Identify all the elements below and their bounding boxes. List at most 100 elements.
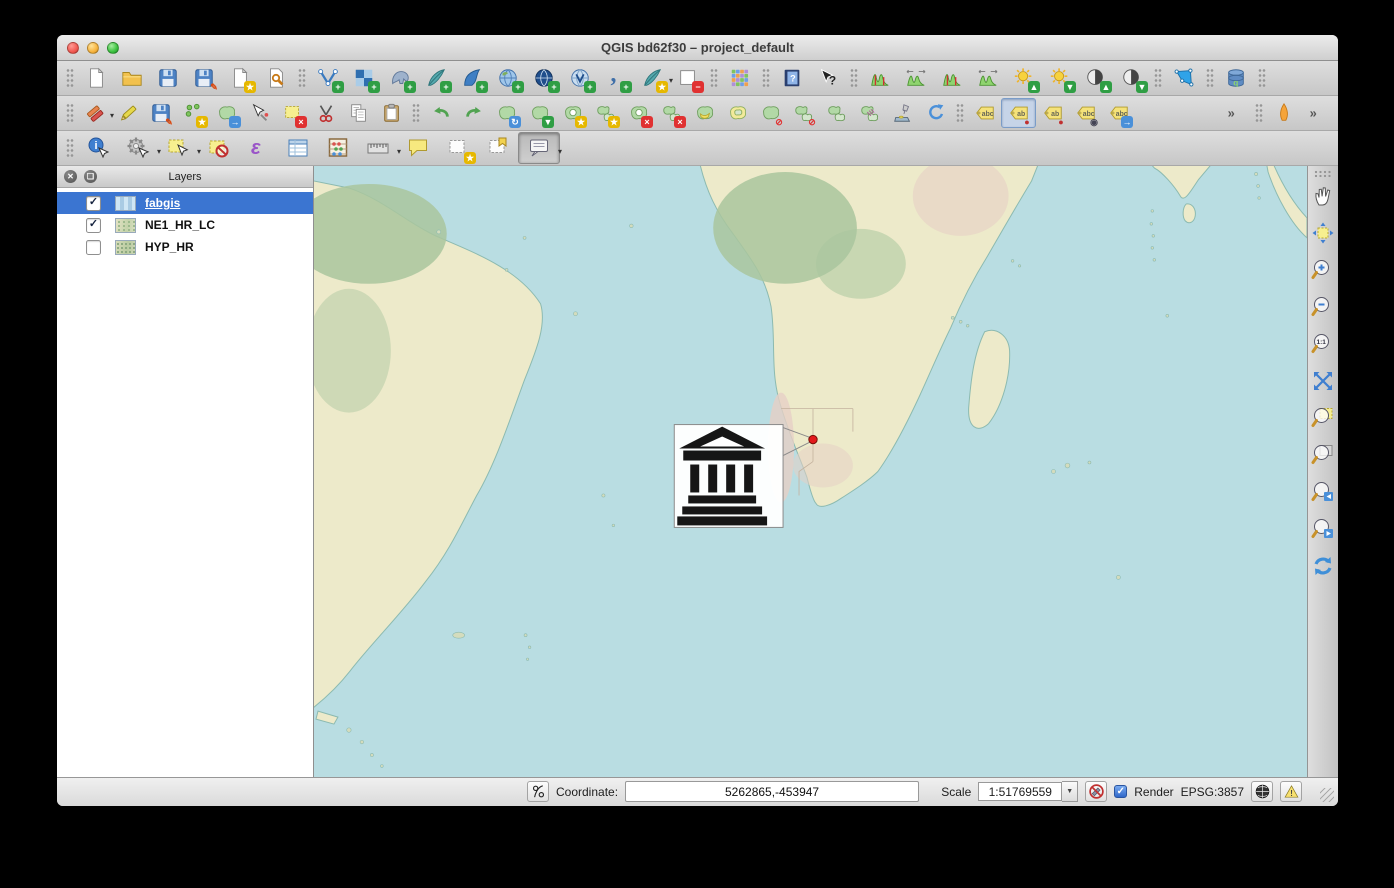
simplify-feature-button[interactable]: ▼ — [523, 99, 556, 127]
save-project-button[interactable] — [150, 64, 186, 92]
save-layer-edits-button[interactable]: ✎ — [144, 99, 177, 127]
layer-name[interactable]: NE1_HR_LC — [145, 218, 215, 232]
layers-panel-header[interactable]: ✕ ❏ Layers — [57, 166, 313, 188]
layer-item-fabgis[interactable]: ✓fabgis — [57, 192, 313, 214]
add-raster-layer-button[interactable]: + — [346, 64, 382, 92]
layer-item-HYP_HR[interactable]: HYP_HR — [57, 236, 313, 258]
map-canvas[interactable] — [314, 166, 1307, 777]
panel-float-icon[interactable]: ❏ — [84, 170, 97, 183]
extents-toggle-button[interactable] — [527, 781, 549, 802]
add-delimited-text-layer-button[interactable]: ,+ — [598, 64, 634, 92]
decrease-brightness-button[interactable]: ▼ — [1042, 64, 1078, 92]
measure-button[interactable]: ▾ — [358, 133, 398, 163]
pan-to-selection-button[interactable] — [1310, 217, 1337, 254]
open-project-button[interactable] — [114, 64, 150, 92]
zoom-actual-size-button[interactable]: 1:1 — [1310, 328, 1337, 365]
dropdown-arrow-icon[interactable]: ▾ — [558, 147, 562, 156]
undo-button[interactable] — [424, 99, 457, 127]
help-contents-button[interactable]: ? — [774, 64, 810, 92]
title-bar[interactable]: QGIS bd62f30 – project_default — [57, 35, 1338, 61]
deselect-all-button[interactable] — [198, 133, 238, 163]
zoom-window-button[interactable] — [107, 42, 119, 54]
scale-combo[interactable]: 1:51769559 ▼ — [978, 781, 1078, 802]
add-ring-button[interactable]: ★ — [556, 99, 589, 127]
save-project-as-button[interactable]: ✎ — [186, 64, 222, 92]
increase-brightness-button[interactable]: ▲ — [1006, 64, 1042, 92]
split-features-button[interactable]: ⊘ — [754, 99, 787, 127]
composer-manager-button[interactable] — [258, 64, 294, 92]
identify-features-button[interactable]: i — [78, 133, 118, 163]
decrease-contrast-button[interactable]: ▼ — [1114, 64, 1150, 92]
merge-attributes-button[interactable] — [853, 99, 886, 127]
run-feature-action-button[interactable]: ▾ — [118, 133, 158, 163]
delete-ring-button[interactable]: × — [622, 99, 655, 127]
layer-name[interactable]: HYP_HR — [145, 240, 194, 254]
text-annotation-button[interactable]: ▾ — [518, 132, 560, 164]
panel-close-icon[interactable]: ✕ — [64, 170, 77, 183]
color-palette-button[interactable] — [722, 64, 758, 92]
map-tips-button[interactable] — [398, 133, 438, 163]
rotate-point-symbols-button[interactable] — [919, 99, 952, 127]
local-histogram-stretch-button[interactable] — [862, 64, 898, 92]
refresh-map-button[interactable] — [1310, 550, 1337, 587]
add-spatialite-layer-button[interactable]: + — [418, 64, 454, 92]
new-bookmark-button[interactable]: ★ — [438, 133, 478, 163]
minimize-window-button[interactable] — [87, 42, 99, 54]
whats-this-button[interactable]: ? — [810, 64, 846, 92]
toolbar-overflow-2-button[interactable]: » — [1300, 99, 1333, 127]
layer-item-NE1_HR_LC[interactable]: ✓NE1_HR_LC — [57, 214, 313, 236]
add-postgis-layer-button[interactable]: + — [382, 64, 418, 92]
zoom-out-button[interactable] — [1310, 291, 1337, 328]
move-feature-button[interactable]: → — [210, 99, 243, 127]
add-wcs-layer-button[interactable]: + — [526, 64, 562, 92]
resize-grip[interactable] — [1320, 788, 1334, 802]
new-spatialite-layer-button[interactable]: ★▾ — [634, 64, 670, 92]
pan-map-button[interactable] — [1310, 180, 1337, 217]
toggle-editing-button[interactable] — [111, 99, 144, 127]
fill-ring-button[interactable] — [688, 99, 721, 127]
layer-visibility-checkbox[interactable]: ✓ — [86, 196, 101, 211]
full-histogram-stretch-button[interactable] — [898, 64, 934, 92]
open-attribute-table-button[interactable] — [278, 133, 318, 163]
cut-features-button[interactable] — [309, 99, 342, 127]
redo-button[interactable] — [457, 99, 490, 127]
add-part-button[interactable]: ★ — [589, 99, 622, 127]
current-edits-button[interactable]: ▾ — [78, 99, 111, 127]
rotate-feature-button[interactable]: ↻ — [490, 99, 523, 127]
delete-part-button[interactable]: × — [655, 99, 688, 127]
pin-labels-button[interactable]: ab● — [1001, 98, 1036, 128]
copy-features-button[interactable] — [342, 99, 375, 127]
offset-curve-button[interactable] — [721, 99, 754, 127]
zoom-next-button[interactable] — [1310, 513, 1337, 550]
render-checkbox[interactable]: ✓ — [1114, 785, 1127, 798]
add-vector-layer-button[interactable]: + — [310, 64, 346, 92]
split-parts-button[interactable]: ⊘ — [787, 99, 820, 127]
zoom-to-selection-button[interactable] — [1310, 402, 1337, 439]
add-feature-button[interactable]: ★ — [177, 99, 210, 127]
remove-layer-button[interactable]: − — [670, 64, 706, 92]
zoom-to-layer-button[interactable] — [1310, 439, 1337, 476]
messages-button[interactable]: ! — [1280, 781, 1302, 802]
new-project-button[interactable] — [78, 64, 114, 92]
zoom-last-button[interactable] — [1310, 476, 1337, 513]
close-window-button[interactable] — [67, 42, 79, 54]
full-cumulative-stretch-button[interactable] — [970, 64, 1006, 92]
scale-value[interactable]: 1:51769559 — [978, 782, 1062, 801]
toolbar-handle[interactable] — [1314, 170, 1332, 177]
add-wms-layer-button[interactable]: + — [490, 64, 526, 92]
show-hide-labels-button[interactable]: abc◉ — [1069, 99, 1102, 127]
delete-selected-button[interactable]: × — [276, 99, 309, 127]
increase-contrast-button[interactable]: ▲ — [1078, 64, 1114, 92]
stop-render-button[interactable] — [1085, 781, 1107, 802]
add-wfs-layer-button[interactable]: + — [562, 64, 598, 92]
node-tool-button[interactable] — [243, 99, 276, 127]
add-mssql-layer-button[interactable]: + — [454, 64, 490, 92]
db-manager-button[interactable]: q — [1218, 64, 1254, 92]
zoom-full-extent-button[interactable] — [1310, 365, 1337, 402]
change-label-properties-button[interactable]: abc→ — [1102, 99, 1135, 127]
select-by-expression-button[interactable]: ε — [238, 133, 278, 163]
coordinate-input[interactable] — [625, 781, 919, 802]
topology-checker-button[interactable] — [1166, 64, 1202, 92]
layer-visibility-checkbox[interactable] — [86, 240, 101, 255]
scale-dropdown-icon[interactable]: ▼ — [1062, 781, 1078, 802]
